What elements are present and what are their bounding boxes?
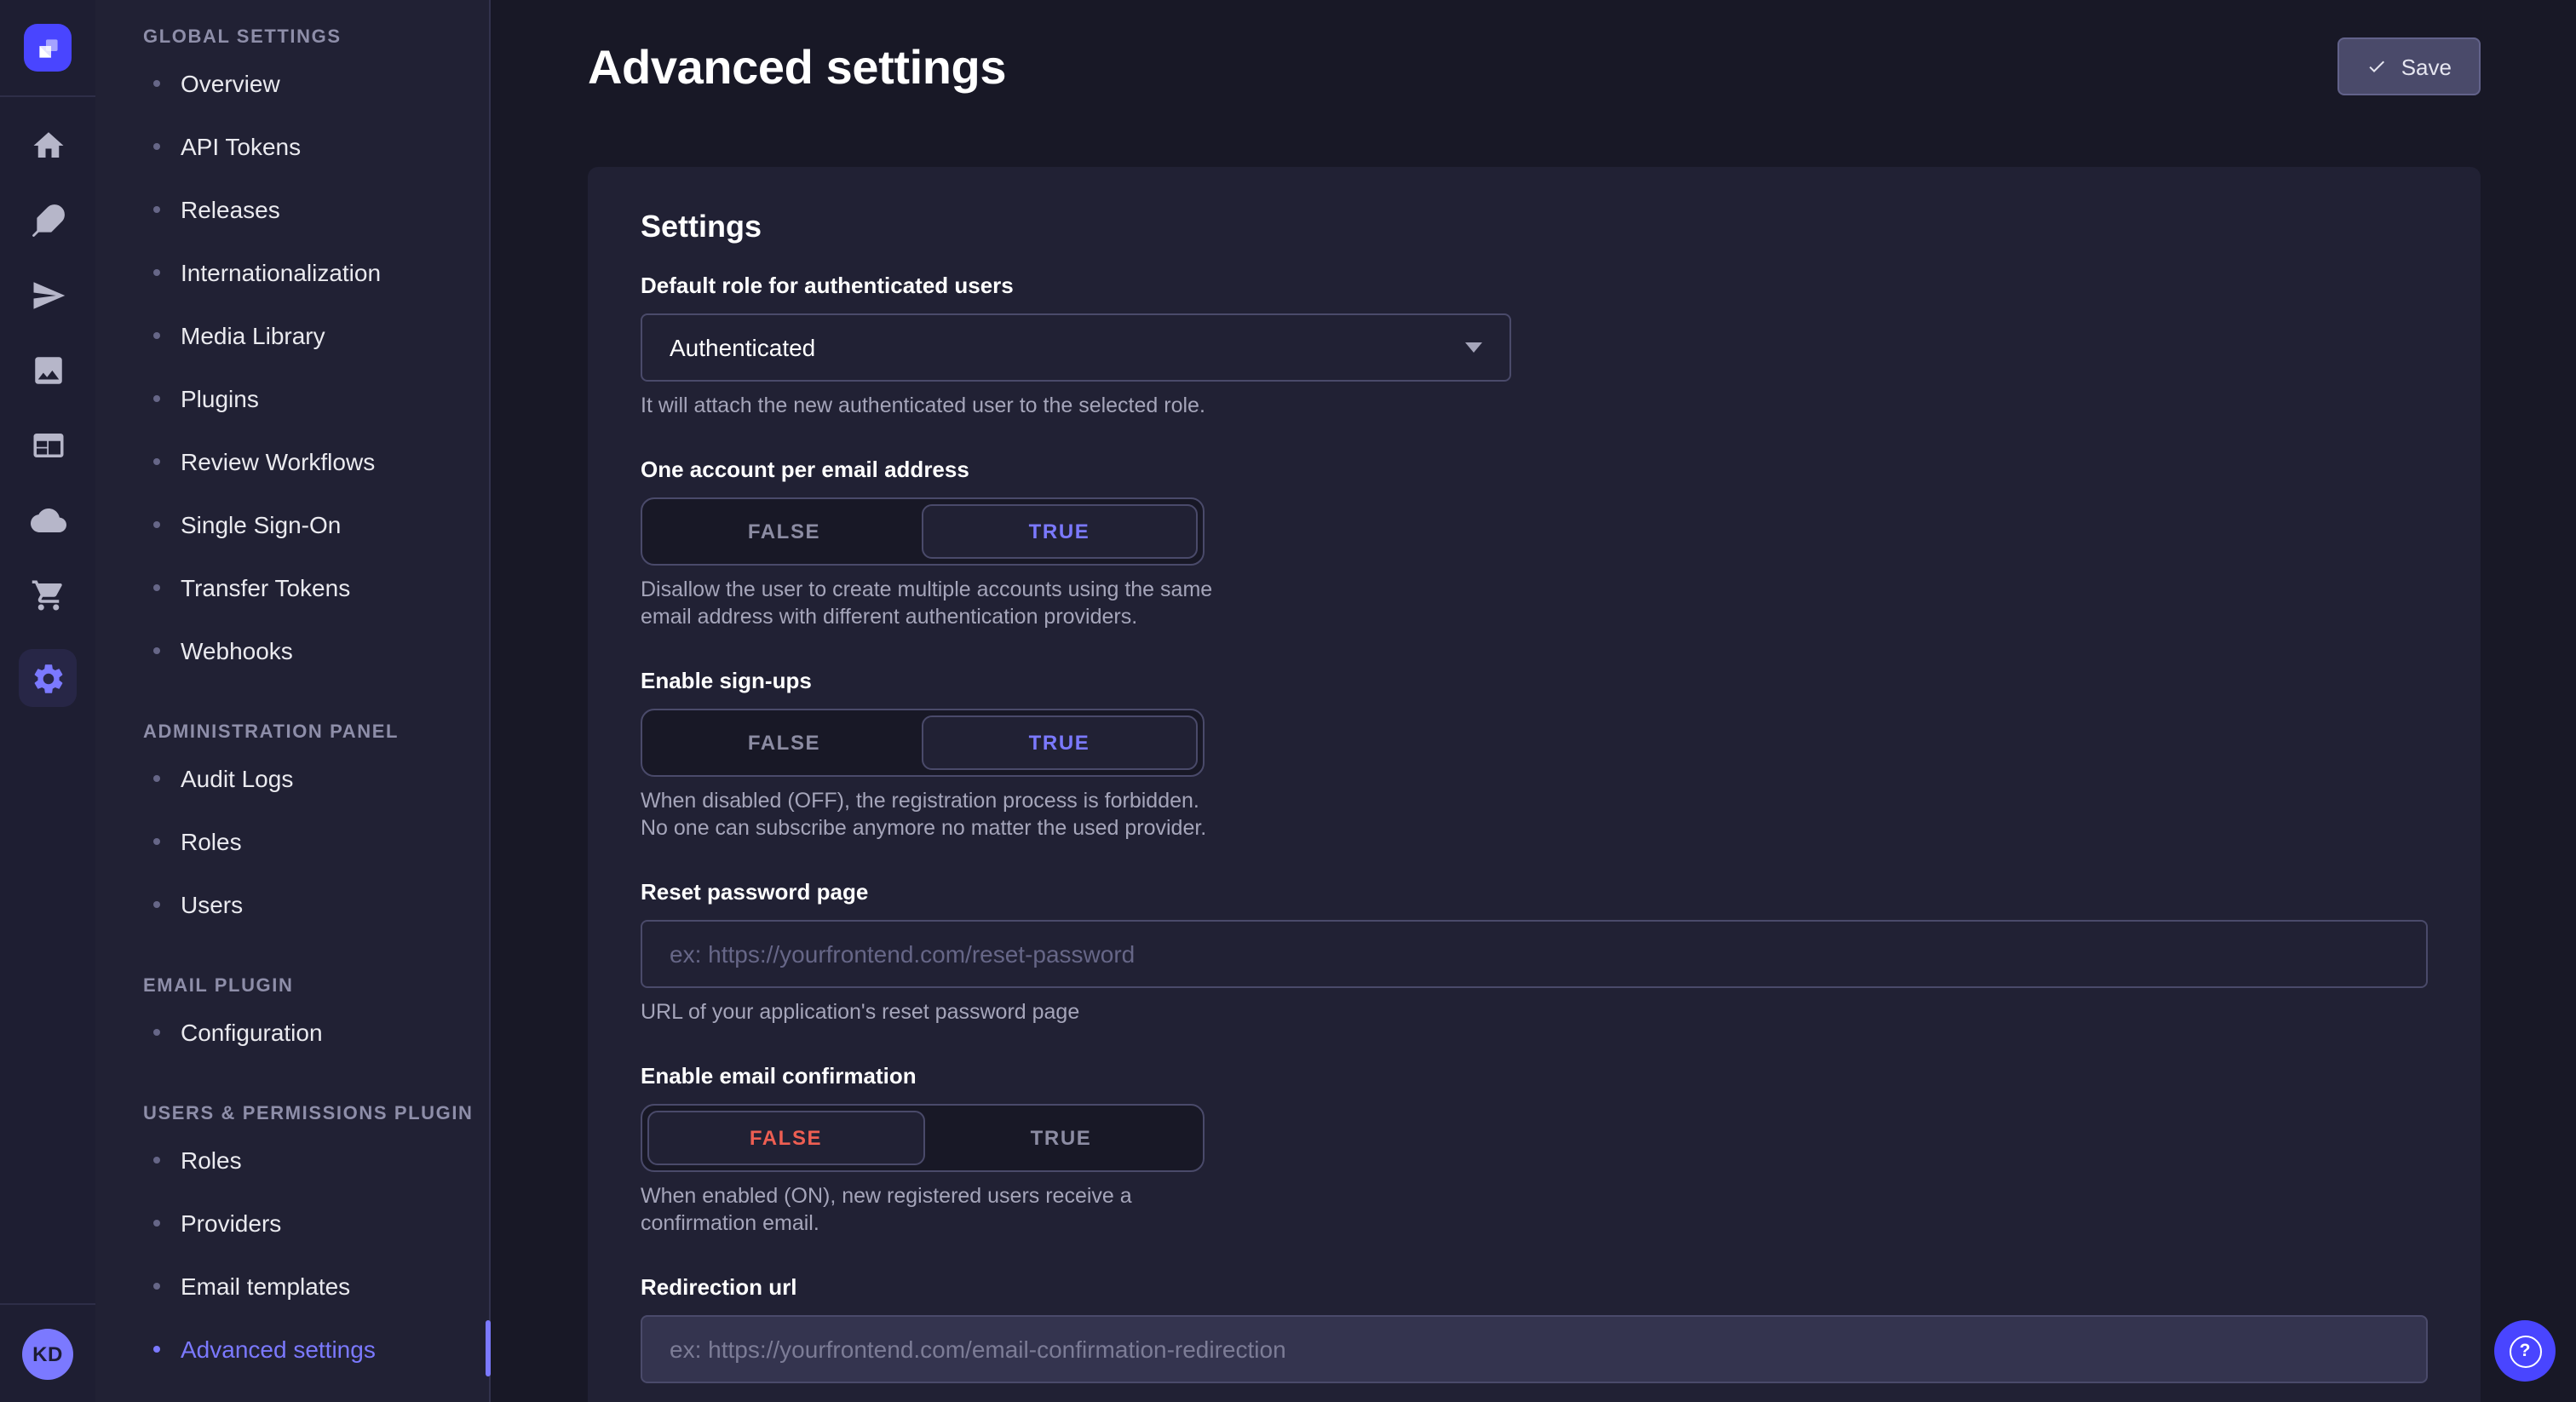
sidebar-item-email-configuration[interactable]: Configuration: [95, 1000, 489, 1063]
sidebar-section-title: GLOBAL SETTINGS: [95, 24, 489, 51]
check-icon: [2367, 56, 2388, 77]
panel-layout-icon[interactable]: [27, 424, 68, 465]
bullet-icon: [153, 79, 160, 86]
question-mark-icon: ?: [2509, 1335, 2541, 1367]
sidebar-item-providers[interactable]: Providers: [95, 1191, 489, 1254]
field-reset-password: Reset password page URL of your applicat…: [641, 879, 2428, 1026]
strapi-logo[interactable]: [24, 24, 72, 72]
sidebar-item-media-library[interactable]: Media Library: [95, 303, 489, 366]
sidebar-item-audit-logs[interactable]: Audit Logs: [95, 746, 489, 809]
logo-area: [0, 0, 95, 97]
page-title: Advanced settings: [588, 37, 1006, 99]
sidebar-item-api-tokens[interactable]: API Tokens: [95, 114, 489, 177]
field-default-role: Default role for authenticated users Aut…: [641, 273, 2428, 419]
sidebar-section-title: EMAIL PLUGIN: [95, 973, 489, 1000]
sidebar-item-webhooks[interactable]: Webhooks: [95, 618, 489, 681]
sidebar-item-single-sign-on[interactable]: Single Sign-On: [95, 492, 489, 555]
save-button[interactable]: Save: [2338, 37, 2481, 95]
sidebar-section-title: USERS & PERMISSIONS PLUGIN: [95, 1100, 489, 1128]
bullet-icon: [153, 520, 160, 527]
feather-icon[interactable]: [27, 199, 68, 240]
bullet-icon: [153, 142, 160, 149]
user-avatar[interactable]: KD: [22, 1328, 73, 1379]
settings-gear-icon[interactable]: [19, 649, 77, 707]
bullet-icon: [153, 457, 160, 464]
sidebar-item-review-workflows[interactable]: Review Workflows: [95, 429, 489, 492]
sign-ups-toggle: FALSE TRUE: [641, 709, 1205, 777]
bullet-icon: [153, 331, 160, 338]
main-content: Advanced settings Save Settings Default …: [491, 0, 2576, 1402]
field-label: Default role for authenticated users: [641, 273, 2428, 300]
paper-plane-icon[interactable]: [27, 274, 68, 315]
toggle-false-option[interactable]: FALSE: [647, 715, 921, 770]
bullet-icon: [153, 394, 160, 401]
sidebar-item-overview[interactable]: Overview: [95, 51, 489, 114]
field-hint: Disallow the user to create multiple acc…: [641, 576, 1223, 630]
select-value: Authenticated: [670, 334, 815, 361]
media-library-icon[interactable]: [27, 349, 68, 390]
bullet-icon: [153, 1345, 160, 1352]
bullet-icon: [153, 646, 160, 653]
rail-icon-list: [19, 124, 77, 707]
bullet-icon: [153, 1219, 160, 1226]
field-redirection-url: Redirection url: [641, 1274, 2428, 1383]
bullet-icon: [153, 205, 160, 212]
field-label: Enable sign-ups: [641, 668, 2428, 695]
rail-bottom: KD: [0, 1303, 95, 1402]
bullet-icon: [153, 1028, 160, 1035]
home-icon[interactable]: [27, 124, 68, 165]
field-sign-ups: Enable sign-ups FALSE TRUE When disabled…: [641, 668, 2428, 842]
toggle-false-option[interactable]: FALSE: [647, 1111, 924, 1165]
bullet-icon: [153, 1156, 160, 1163]
field-hint: It will attach the new authenticated use…: [641, 392, 2428, 419]
bullet-icon: [153, 837, 160, 844]
page-header: Advanced settings Save: [491, 0, 2576, 99]
settings-heading: Settings: [641, 208, 2428, 245]
email-confirmation-toggle: FALSE TRUE: [641, 1104, 1205, 1172]
default-role-select[interactable]: Authenticated: [641, 313, 1511, 382]
settings-sidebar: GLOBAL SETTINGS Overview API Tokens Rele…: [95, 0, 491, 1402]
sidebar-item-transfer-tokens[interactable]: Transfer Tokens: [95, 555, 489, 618]
toggle-true-option[interactable]: TRUE: [921, 504, 1198, 559]
bullet-icon: [153, 583, 160, 590]
bullet-icon: [153, 900, 160, 907]
toggle-true-option[interactable]: TRUE: [924, 1111, 1198, 1165]
cloud-icon[interactable]: [27, 499, 68, 540]
field-label: Reset password page: [641, 879, 2428, 906]
sidebar-item-advanced-settings[interactable]: Advanced settings: [95, 1317, 489, 1380]
reset-password-input[interactable]: [641, 920, 2428, 988]
sidebar-item-up-roles[interactable]: Roles: [95, 1128, 489, 1191]
one-account-toggle: FALSE TRUE: [641, 497, 1205, 566]
toggle-true-option[interactable]: TRUE: [921, 715, 1198, 770]
field-one-account: One account per email address FALSE TRUE…: [641, 457, 2428, 630]
settings-card: Settings Default role for authenticated …: [588, 167, 2481, 1402]
bullet-icon: [153, 268, 160, 275]
help-button[interactable]: ?: [2494, 1320, 2556, 1382]
sidebar-item-internationalization[interactable]: Internationalization: [95, 240, 489, 303]
field-hint: URL of your application's reset password…: [641, 998, 2428, 1026]
field-label: Redirection url: [641, 1274, 2428, 1301]
sidebar-item-releases[interactable]: Releases: [95, 177, 489, 240]
sidebar-item-users[interactable]: Users: [95, 872, 489, 935]
field-hint: When enabled (ON), new registered users …: [641, 1182, 1223, 1237]
field-email-confirmation: Enable email confirmation FALSE TRUE Whe…: [641, 1063, 2428, 1237]
icon-rail: KD: [0, 0, 97, 1402]
field-hint: When disabled (OFF), the registration pr…: [641, 787, 1223, 842]
toggle-false-option[interactable]: FALSE: [647, 504, 921, 559]
chevron-down-icon: [1465, 342, 1482, 353]
sidebar-item-email-templates[interactable]: Email templates: [95, 1254, 489, 1317]
app-root: KD GLOBAL SETTINGS Overview API Tokens R…: [0, 0, 2576, 1402]
field-label: Enable email confirmation: [641, 1063, 2428, 1090]
sidebar-section-title: ADMINISTRATION PANEL: [95, 719, 489, 746]
redirection-url-input[interactable]: [641, 1315, 2428, 1383]
marketplace-cart-icon[interactable]: [27, 574, 68, 615]
sidebar-item-admin-roles[interactable]: Roles: [95, 809, 489, 872]
sidebar-item-plugins[interactable]: Plugins: [95, 366, 489, 429]
bullet-icon: [153, 1282, 160, 1289]
bullet-icon: [153, 774, 160, 781]
field-label: One account per email address: [641, 457, 2428, 484]
